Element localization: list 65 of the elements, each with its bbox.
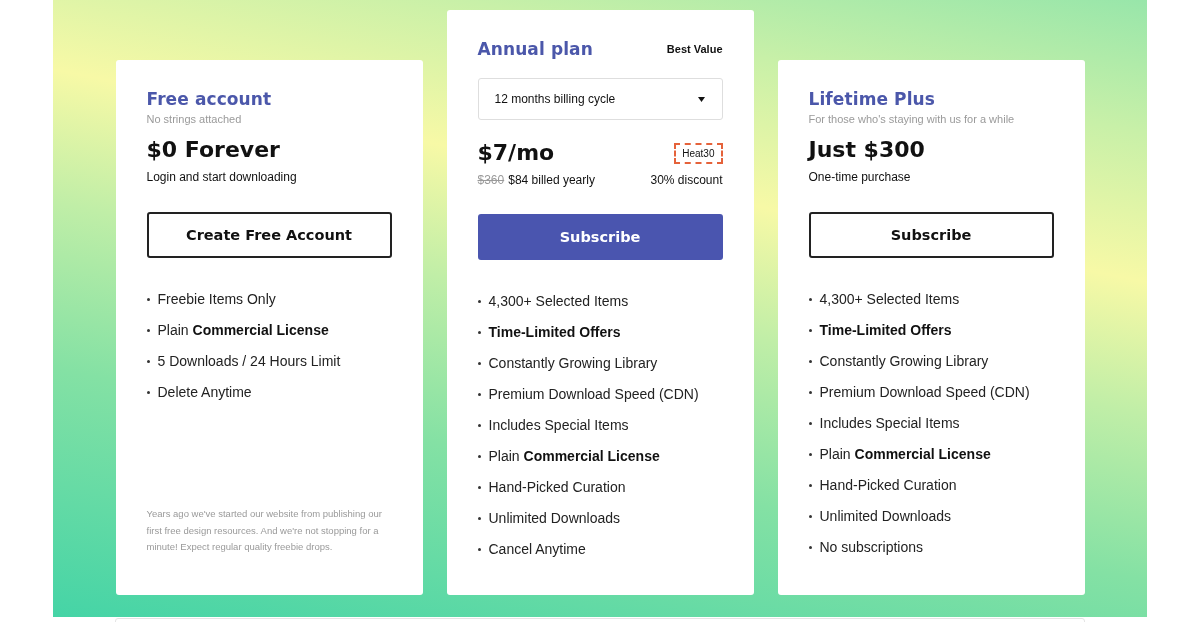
bullet-icon — [477, 300, 481, 303]
feature-item: Freebie Items Only — [157, 290, 276, 309]
plan-title: Free account — [146, 88, 273, 110]
bullet-icon — [477, 517, 481, 520]
feature-item: 5 Downloads / 24 Hours Limit — [157, 352, 341, 371]
bullet-icon — [146, 298, 150, 301]
bullet-icon — [808, 453, 812, 456]
feature-item: 4,300+ Selected Items — [488, 292, 629, 311]
bullet-icon — [477, 393, 481, 396]
bullet-icon — [808, 298, 812, 301]
bullet-icon — [477, 455, 481, 458]
feature-item: Time-Limited Offers — [488, 323, 621, 342]
plan-price: $0 Forever — [146, 136, 280, 164]
plan-title: Annual plan — [477, 38, 593, 60]
feature-item: Includes Special Items — [819, 414, 960, 433]
feature-item: Premium Download Speed (CDN) — [488, 385, 699, 404]
bullet-icon — [808, 546, 812, 549]
feature-item: Premium Download Speed (CDN) — [819, 383, 1030, 402]
feature-item: Hand-Picked Curation — [819, 476, 957, 495]
bullet-icon — [808, 329, 812, 332]
feature-item: No subscriptions — [819, 538, 923, 557]
feature-item: Delete Anytime — [157, 383, 252, 402]
bullet-icon — [477, 486, 481, 489]
plan-price: Just $300 — [808, 136, 925, 164]
feature-item: Unlimited Downloads — [819, 507, 951, 526]
feature-item: Cancel Anytime — [488, 540, 586, 559]
outline-button[interactable]: Create Free Account — [146, 212, 392, 258]
billing-cycle-dropdown[interactable]: 12 months billing cycle — [477, 78, 723, 120]
old-price: $360 — [477, 173, 505, 187]
bullet-icon — [808, 422, 812, 425]
feature-item: Includes Special Items — [488, 416, 629, 435]
bullet-icon — [477, 362, 481, 365]
bullet-icon — [808, 391, 812, 394]
bullet-icon — [477, 331, 481, 334]
bullet-icon — [146, 360, 150, 363]
feature-item: Plain Commercial License — [819, 445, 991, 464]
coupon-code: Heat30 — [674, 142, 723, 164]
bullet-icon — [477, 548, 481, 551]
plan-title: Lifetime Plus — [808, 88, 936, 110]
bullet-icon — [477, 424, 481, 427]
bullet-icon — [146, 329, 150, 332]
feature-item: Plain Commercial License — [157, 321, 329, 340]
price-note: One-time purchase — [808, 170, 911, 184]
feature-item: Unlimited Downloads — [488, 509, 620, 528]
plan-subtitle: For those who's staying with us for a while — [808, 112, 1016, 126]
subscribe-button[interactable]: Subscribe — [477, 214, 723, 260]
feature-item: Constantly Growing Library — [819, 352, 989, 371]
plan-price: $7/mo — [477, 139, 555, 167]
bullet-icon — [146, 391, 150, 394]
outline-button[interactable]: Subscribe — [808, 212, 1054, 258]
footnote-text: Years ago we've started our website from publishing our first free design resources. And we're not stopping for a minute! Expect regular quality freebie drops. — [146, 507, 383, 554]
discount-label: 30% discount — [650, 172, 723, 188]
bullet-icon — [808, 484, 812, 487]
feature-item: 4,300+ Selected Items — [819, 290, 960, 309]
feature-item: Hand-Picked Curation — [488, 478, 626, 497]
feature-item: Plain Commercial License — [488, 447, 660, 466]
price-note: $84 billed yearly — [508, 173, 595, 187]
feature-item: Time-Limited Offers — [819, 321, 952, 340]
caret-icon — [697, 96, 705, 102]
bullet-icon — [808, 360, 812, 363]
price-note: Login and start downloading — [146, 170, 297, 184]
best-value-label: Best Value — [666, 43, 723, 55]
plan-subtitle: No strings attached — [146, 112, 243, 126]
feature-item: Constantly Growing Library — [488, 354, 658, 373]
bullet-icon — [808, 515, 812, 518]
